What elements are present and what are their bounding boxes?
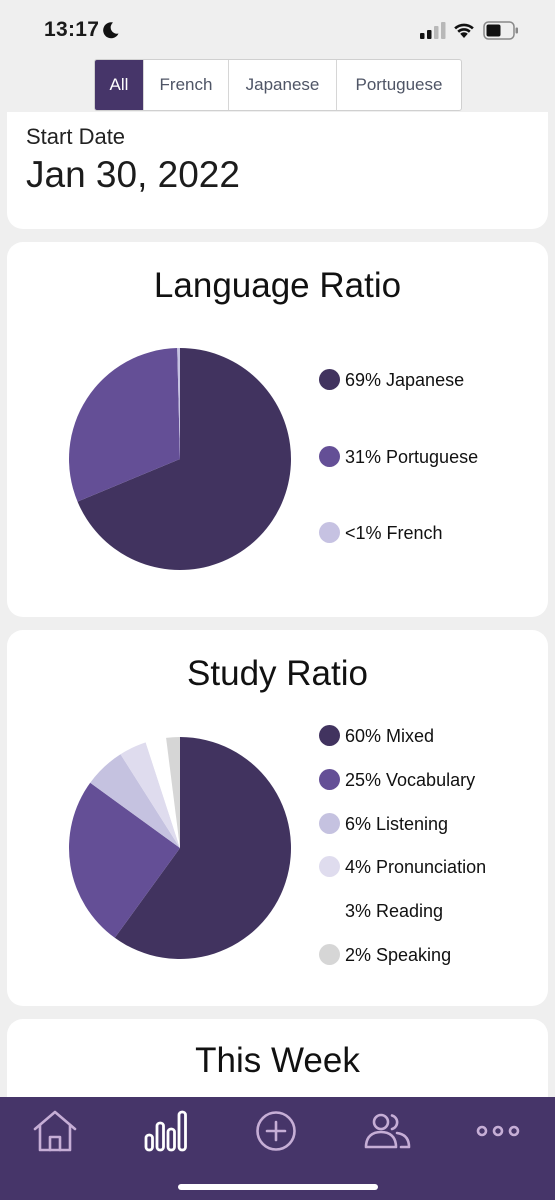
filter-tab-all[interactable]: All (95, 60, 143, 110)
moon-icon (103, 22, 119, 39)
people-icon[interactable] (363, 1107, 411, 1155)
legend-dot (319, 813, 340, 834)
home-icon[interactable] (31, 1107, 79, 1155)
wifi-icon (454, 23, 474, 38)
this-week-title: This Week (195, 1041, 360, 1080)
signal-icon (420, 22, 446, 39)
legend-dot (319, 522, 340, 543)
start-date-value: Jan 30, 2022 (26, 154, 240, 195)
legend-dot (319, 725, 340, 746)
home-indicator (178, 1184, 378, 1190)
battery-icon (483, 21, 518, 40)
filter-tab-japanese[interactable]: Japanese (228, 60, 336, 110)
add-icon[interactable] (252, 1107, 300, 1155)
start-date-label: Start Date (26, 124, 126, 149)
stats-icon[interactable] (141, 1107, 189, 1155)
language-ratio-card: Language Ratio 69% Japanese 31% Portugue… (7, 242, 548, 617)
study-ratio-pie (69, 737, 292, 959)
start-date-card: Start Date Jan 30, 2022 (7, 112, 548, 229)
filter-tab-french[interactable]: French (143, 60, 228, 110)
legend-dot (319, 446, 340, 467)
status-time: 13:17 (44, 18, 100, 41)
more-icon[interactable] (474, 1107, 522, 1155)
language-filter: All French Japanese Portuguese (94, 59, 462, 111)
study-ratio-title: Study Ratio (187, 654, 368, 693)
legend-dot (319, 900, 340, 921)
legend-dot (319, 769, 340, 790)
legend-dot (319, 856, 340, 877)
language-ratio-title: Language Ratio (153, 266, 402, 305)
legend-dot (319, 944, 340, 965)
legend-dot (319, 369, 340, 390)
filter-tab-portuguese[interactable]: Portuguese (336, 60, 461, 110)
study-ratio-card: Study Ratio 60% Mixed 25% Vocabulary 6% … (7, 630, 548, 1006)
language-ratio-pie (69, 348, 291, 570)
status-bar: 13:17 (0, 0, 555, 62)
